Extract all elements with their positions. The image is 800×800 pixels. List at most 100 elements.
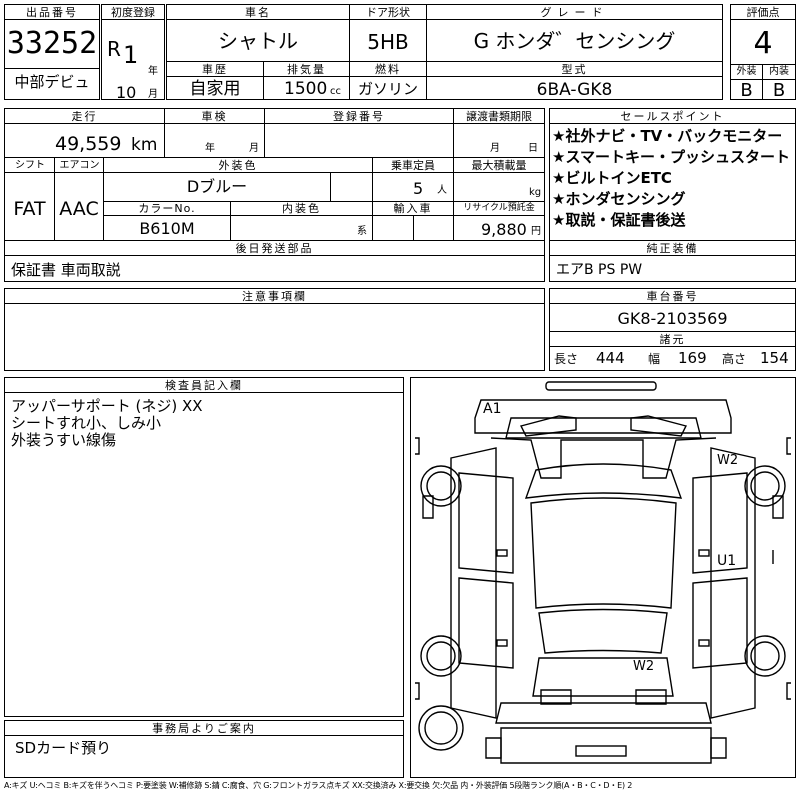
office-notice-panel: 事務局よりご案内 SDカード預り: [4, 720, 404, 778]
grade-label: グレード: [427, 5, 722, 20]
fuel-label: 燃料: [350, 62, 426, 77]
damage-mark-w2-front: W2: [717, 453, 739, 468]
sales-point: ★社外ナビ・TV・バックモニター: [552, 127, 783, 145]
model-label: 型式: [427, 62, 722, 77]
mileage-value: 49,559: [55, 133, 122, 155]
width-value: 169: [678, 349, 707, 367]
damage-mark-u1: U1: [717, 553, 737, 569]
inspection-label: 車検: [165, 109, 264, 124]
capacity-label: 乗車定員: [373, 158, 453, 173]
chassis-value: GK8-2103569: [617, 309, 728, 328]
model-value: 6BA-GK8: [536, 80, 613, 100]
capacity-unit: 人: [437, 185, 447, 196]
shift-value: FAT: [13, 198, 46, 220]
mileage-label: 走行: [5, 109, 164, 124]
reg-month: 10: [116, 83, 137, 102]
history-value: 自家用: [189, 79, 241, 99]
shift-label: シフト: [5, 158, 55, 173]
ac-value: AAC: [59, 198, 99, 220]
inspector-note: シートすれ小、しみ小: [11, 414, 162, 432]
inspection-cell: 車検 年 月: [164, 108, 265, 158]
score-label: 評価点: [731, 5, 795, 20]
reg-year-unit: 年: [148, 66, 158, 77]
lot-label: 出品番号: [5, 5, 99, 20]
lot-cell: 出品番号 33252 中部デビュ: [4, 4, 100, 100]
displacement-cell: 排気量 1500 cc: [263, 61, 350, 100]
caution-cell: 注意事項欄: [4, 288, 545, 371]
transfer-month-unit: 月: [490, 143, 500, 154]
history-label: 車歴: [167, 62, 263, 77]
sales-point: ★ビルトインETC: [552, 169, 672, 187]
car-name-label: 車名: [167, 5, 349, 20]
door-label: ドア形状: [350, 5, 426, 20]
legend-text: A:キズ U:ヘコミ B:キズを伴うヘコミ P:要塗装 W:補修跡 S:錆 C:…: [4, 781, 633, 790]
displacement-label: 排気量: [264, 62, 349, 77]
int-label: 内装: [769, 66, 789, 77]
interior-color-unit: 系: [357, 226, 367, 237]
ext-label: 外装: [736, 66, 757, 77]
office-value: SDカード預り: [15, 739, 112, 757]
height-label: 高さ: [722, 352, 747, 366]
debut-value: 中部デビュ: [14, 73, 90, 91]
recycle-label: リサイクル預託金: [454, 201, 544, 216]
transfer-label: 譲渡書類期限: [454, 109, 544, 124]
score-cell: 評価点 4 外装 内装 B B: [730, 4, 796, 100]
length-value: 444: [596, 349, 625, 367]
interior-color-label: 内装色: [231, 201, 372, 216]
length-label: 長さ: [554, 352, 579, 366]
inspection-year-unit: 年: [205, 143, 215, 154]
first-reg-label: 初度登録: [102, 5, 164, 20]
mileage-cell: 走行 49,559 km: [4, 108, 165, 158]
ext-value: B: [740, 80, 753, 101]
inspector-notes-panel: 検査員記入欄 アッパーサポート (ネジ) XX シートすれ小、しみ小 外装うすい…: [4, 377, 404, 717]
sales-points-panel: セールスポイント ★社外ナビ・TV・バックモニター ★スマートキー・プッシュスタ…: [549, 108, 796, 241]
sales-point: ★スマートキー・プッシュスタート: [552, 148, 790, 166]
transfer-day-unit: 日: [528, 143, 538, 154]
grade-value: G ホンダ゛センシング: [473, 29, 676, 53]
exterior-color-value: Dブルー: [186, 177, 248, 196]
dims-label: 諸元: [550, 332, 795, 347]
office-label: 事務局よりご案内: [5, 721, 403, 736]
displacement-unit: cc: [330, 86, 341, 97]
recycle-value: 9,880: [481, 220, 527, 239]
reg-month-unit: 月: [148, 89, 158, 100]
later-parts-cell: 後日発送部品 保証書 車両取説: [4, 240, 545, 282]
regno-label: 登録番号: [265, 109, 453, 124]
inspector-note: アッパーサポート (ネジ) XX: [11, 397, 203, 415]
door-cell: ドア形状 5HB: [349, 4, 427, 62]
lot-number: 33252: [6, 26, 98, 61]
color-no-value: B610M: [139, 219, 195, 238]
int-value: B: [772, 80, 786, 101]
era-letter: R: [107, 37, 121, 61]
equipment-label: 純正装備: [550, 241, 795, 256]
exterior-color-label: 外装色: [104, 158, 372, 173]
inspector-label: 検査員記入欄: [5, 378, 403, 393]
fuel-cell: 燃料 ガソリン: [349, 61, 427, 100]
history-cell: 車歴 自家用: [166, 61, 264, 100]
car-name-value: シャトル: [218, 29, 298, 53]
fuel-value: ガソリン: [357, 80, 418, 98]
spec-grid: シフト エアコン FAT AAC 外装色 Dブルー 乗車定員 5 人 最大積載量…: [4, 157, 545, 241]
damage-mark-w2-rear: W2: [633, 659, 655, 674]
ac-label: エアコン: [55, 158, 104, 173]
width-label: 幅: [648, 352, 661, 366]
later-parts-value: 保証書 車両取説: [11, 261, 121, 279]
door-value: 5HB: [367, 30, 409, 54]
car-diagram: [415, 381, 791, 764]
load-unit: kg: [529, 187, 542, 198]
import-label: 輸入車: [373, 201, 453, 216]
capacity-value: 5: [413, 179, 424, 198]
later-parts-label: 後日発送部品: [5, 241, 544, 256]
registration-number-cell: 登録番号: [264, 108, 454, 158]
inspection-month-unit: 月: [249, 143, 259, 154]
transfer-deadline-cell: 譲渡書類期限 月 日: [453, 108, 545, 158]
color-no-label: カラーNo.: [104, 201, 230, 216]
chassis-label: 車台番号: [550, 289, 795, 304]
reg-year: 1: [123, 41, 139, 69]
recycle-unit: 円: [531, 226, 541, 237]
sales-label: セールスポイント: [550, 109, 795, 124]
sales-point: ★ホンダセンシング: [552, 190, 686, 208]
mileage-unit: km: [131, 135, 158, 155]
caution-label: 注意事項欄: [5, 289, 544, 304]
vehicle-diagram-panel: A1 W2 U1 W2: [410, 377, 796, 778]
